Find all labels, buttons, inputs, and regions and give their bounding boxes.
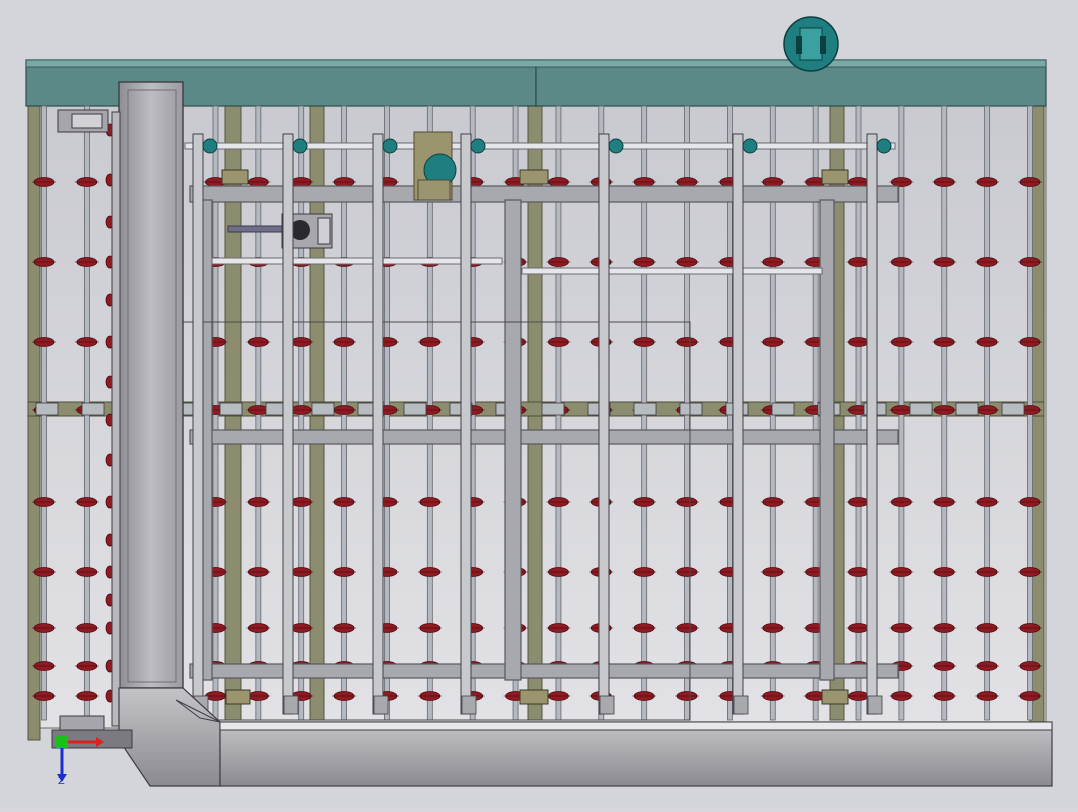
pusher-arm	[372, 133, 384, 715]
pusher-arm	[192, 133, 204, 715]
bar-clamp	[955, 402, 979, 416]
bar-clamp	[311, 402, 335, 416]
bar-clamp	[633, 402, 657, 416]
pusher-arm	[866, 133, 878, 715]
pusher-foot	[283, 695, 299, 715]
cad-viewport[interactable]: Z	[0, 0, 1078, 808]
pusher-hub	[382, 138, 398, 154]
left-column	[118, 81, 184, 689]
top-motor-icon	[783, 16, 839, 72]
gearbox-icon	[413, 131, 457, 201]
bar-clamp	[1001, 402, 1025, 416]
pusher-foot	[867, 695, 883, 715]
frame-post-left	[27, 99, 41, 741]
bar-clamp	[679, 402, 703, 416]
pusher-foot	[373, 695, 389, 715]
top-cover-lip	[25, 59, 1047, 68]
bottom-beam-top	[219, 721, 1053, 731]
pusher-hub	[876, 138, 892, 154]
pusher-hub	[292, 138, 308, 154]
pusher-arm	[598, 133, 610, 715]
bar-clamp	[771, 402, 795, 416]
left-column-rail	[111, 111, 121, 727]
pusher-hub	[608, 138, 624, 154]
pusher-hub	[742, 138, 758, 154]
pusher-arm	[282, 133, 294, 715]
bar-clamp	[541, 402, 565, 416]
pusher-hub	[470, 138, 486, 154]
pusher-foot	[599, 695, 615, 715]
pusher-foot	[461, 695, 477, 715]
bottom-beam	[219, 721, 1053, 787]
glass-conveyor-drawing	[0, 0, 1078, 808]
axis-z-label: Z	[58, 776, 65, 787]
bar-clamp	[403, 402, 427, 416]
bar-clamp	[909, 402, 933, 416]
pusher-hub	[202, 138, 218, 154]
bar-clamp	[219, 402, 243, 416]
bar-clamp	[35, 402, 59, 416]
bar-clamp	[81, 402, 105, 416]
top-left-motor-icon	[57, 109, 109, 133]
pusher-foot	[733, 695, 749, 715]
pusher-arm	[460, 133, 472, 715]
pusher-arm	[732, 133, 744, 715]
